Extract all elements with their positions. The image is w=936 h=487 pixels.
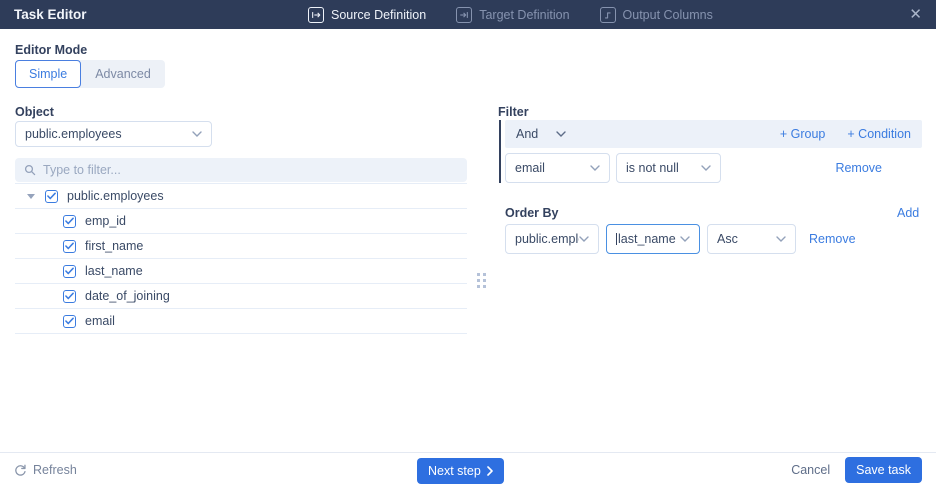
tab-target-definition[interactable]: Target Definition [456, 7, 569, 23]
mode-advanced-button[interactable]: Advanced [81, 60, 165, 88]
remove-order-by-button[interactable]: Remove [809, 232, 856, 246]
order-field-select[interactable]: last_name [606, 224, 700, 254]
add-order-by-button[interactable]: Add [897, 206, 919, 220]
chevron-down-icon [590, 165, 600, 171]
tree-node-label: emp_id [85, 214, 126, 228]
add-condition-button[interactable]: + Condition [847, 127, 911, 141]
remove-condition-button[interactable]: Remove [835, 161, 882, 175]
object-select[interactable]: public.employees [15, 121, 212, 147]
object-select-value: public.employees [25, 127, 122, 141]
tree-row-root[interactable]: public.employees [15, 184, 467, 209]
order-by-row: public.employe... last_name Asc Remove [505, 224, 856, 254]
tab-label: Source Definition [331, 8, 426, 22]
filter-condition-row: email is not null Remove [505, 153, 922, 183]
tab-output-columns[interactable]: Output Columns [600, 7, 713, 23]
tree-row-field[interactable]: last_name [15, 259, 467, 284]
tab-label: Output Columns [623, 8, 713, 22]
chevron-down-icon [776, 236, 786, 242]
text-cursor [616, 233, 617, 245]
tree-row-field[interactable]: date_of_joining [15, 284, 467, 309]
chevron-right-icon [487, 466, 493, 476]
filter-group: And + Group + Condition email is not nul… [499, 120, 922, 183]
filter-label: Filter [498, 105, 529, 119]
footer-right-actions: Cancel Save task [791, 457, 922, 483]
tree-node-label: last_name [85, 264, 143, 278]
chevron-down-icon [192, 131, 202, 137]
chevron-down-icon [579, 236, 589, 242]
order-object-value: public.employe... [515, 232, 579, 246]
tree-node-label: public.employees [67, 189, 164, 203]
plus-icon: + [780, 127, 787, 141]
condition-field-select[interactable]: email [505, 153, 610, 183]
mode-simple-button[interactable]: Simple [15, 60, 81, 88]
tree-row-field[interactable]: emp_id [15, 209, 467, 234]
source-definition-icon [308, 7, 324, 23]
header: Task Editor Source Definition Target Def… [0, 0, 936, 29]
chevron-down-icon [556, 131, 566, 137]
panel-splitter-handle[interactable] [477, 273, 486, 288]
add-group-button[interactable]: + Group [780, 127, 826, 141]
tree-filter-box [15, 158, 467, 182]
tree-row-field[interactable]: first_name [15, 234, 467, 259]
checkbox-checked[interactable] [63, 315, 76, 328]
object-tree: public.employees emp_id first_name last_… [15, 183, 467, 334]
editor-mode-toggle: Simple Advanced [15, 60, 165, 88]
logic-operator-value: And [516, 127, 538, 141]
checkbox-checked[interactable] [63, 290, 76, 303]
order-field-value: last_name [618, 232, 676, 246]
cancel-button[interactable]: Cancel [791, 463, 830, 477]
condition-operator-value: is not null [626, 161, 679, 175]
order-direction-select[interactable]: Asc [707, 224, 796, 254]
tree-row-field[interactable]: email [15, 309, 467, 334]
checkbox-checked[interactable] [63, 240, 76, 253]
filter-group-header: And + Group + Condition [505, 120, 922, 148]
tab-label: Target Definition [479, 8, 569, 22]
condition-field-value: email [515, 161, 545, 175]
editor-mode-label: Editor Mode [15, 43, 87, 57]
tree-filter-input[interactable] [43, 163, 458, 177]
object-label: Object [15, 105, 54, 119]
output-columns-icon [600, 7, 616, 23]
dialog-title: Task Editor [14, 7, 87, 22]
order-direction-value: Asc [717, 232, 738, 246]
condition-operator-select[interactable]: is not null [616, 153, 721, 183]
tab-source-definition[interactable]: Source Definition [308, 7, 426, 23]
logic-operator-select[interactable]: And [516, 127, 566, 141]
header-tabs: Source Definition Target Definition Outp… [308, 0, 713, 29]
order-by-label: Order By [505, 206, 559, 220]
tree-node-label: email [85, 314, 115, 328]
search-icon [24, 164, 36, 176]
tree-node-label: first_name [85, 239, 143, 253]
order-object-select[interactable]: public.employe... [505, 224, 599, 254]
save-task-button[interactable]: Save task [845, 457, 922, 483]
chevron-down-icon [701, 165, 711, 171]
checkbox-checked[interactable] [45, 190, 58, 203]
close-icon[interactable]: ✕ [909, 7, 922, 22]
checkbox-checked[interactable] [63, 265, 76, 278]
chevron-down-icon [680, 236, 690, 242]
target-definition-icon [456, 7, 472, 23]
plus-icon: + [847, 127, 854, 141]
task-editor-dialog: Task Editor Source Definition Target Def… [0, 0, 936, 487]
expander-icon[interactable] [27, 194, 35, 199]
refresh-button[interactable]: Refresh [14, 463, 77, 477]
refresh-icon [14, 464, 27, 477]
refresh-label: Refresh [33, 463, 77, 477]
footer: Refresh Next step Cancel Save task [0, 452, 936, 487]
tree-node-label: date_of_joining [85, 289, 170, 303]
checkbox-checked[interactable] [63, 215, 76, 228]
next-step-button[interactable]: Next step [417, 458, 504, 484]
filter-group-links: + Group + Condition [780, 127, 911, 141]
